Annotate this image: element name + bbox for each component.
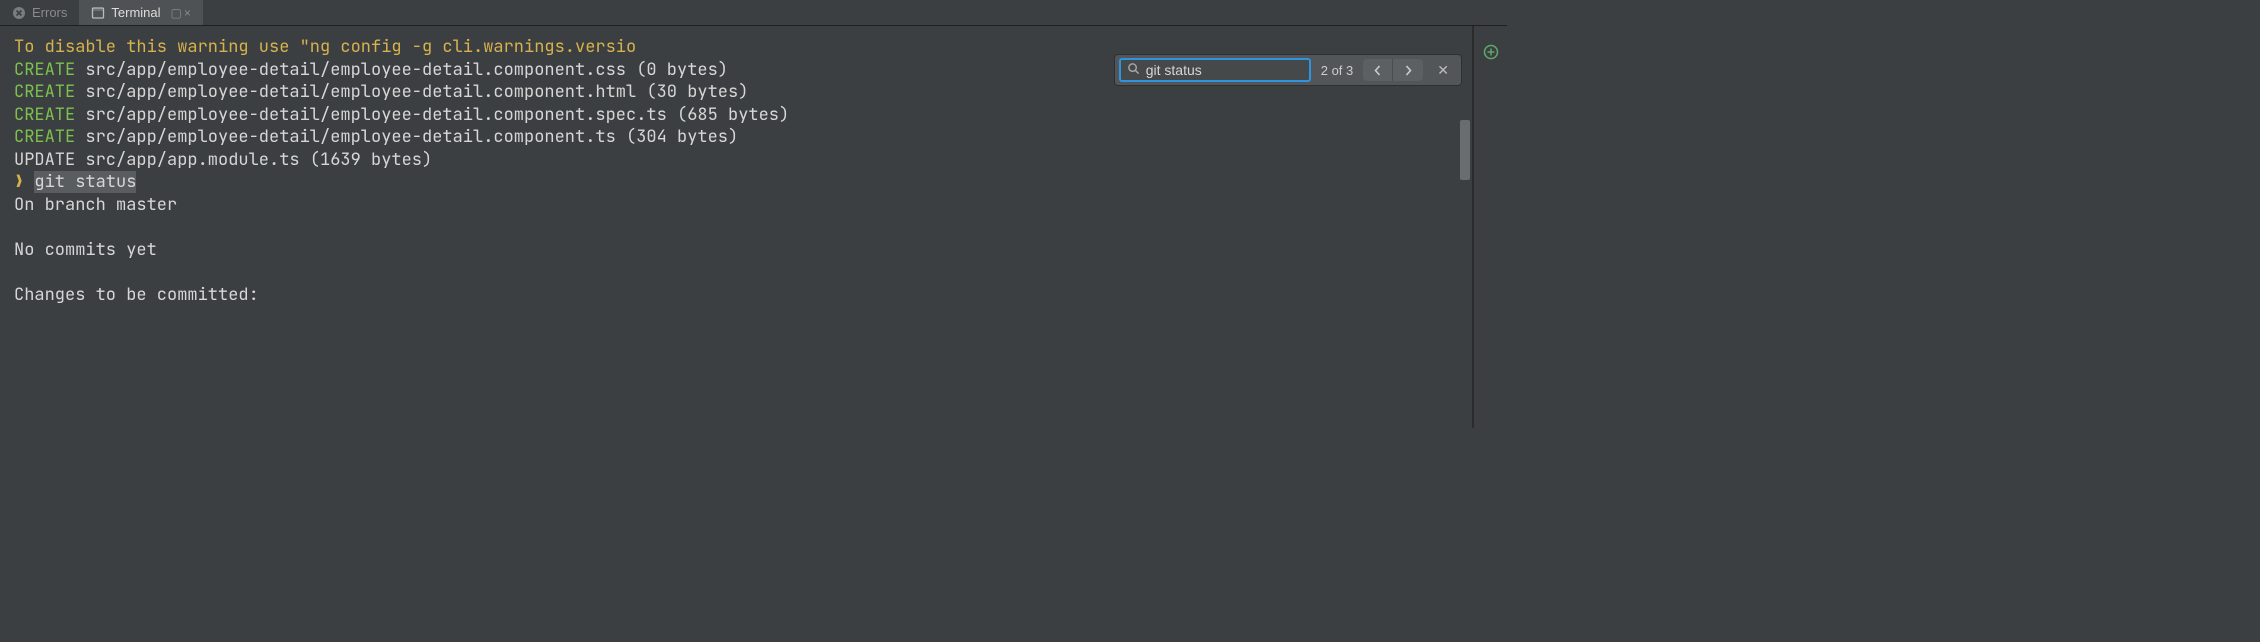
branch-line: On branch master xyxy=(14,194,1462,217)
tab-controls: ▢ × xyxy=(171,6,191,20)
side-gutter xyxy=(1473,26,1507,428)
search-icon xyxy=(1127,62,1140,78)
find-count: 2 of 3 xyxy=(1321,63,1354,78)
tab-terminal[interactable]: Terminal ▢ × xyxy=(79,0,202,25)
create-word: CREATE xyxy=(14,126,75,148)
prompt-command: git status xyxy=(34,171,136,193)
tab-terminal-label: Terminal xyxy=(111,5,160,20)
find-input[interactable] xyxy=(1146,62,1327,78)
find-nav xyxy=(1363,59,1423,81)
tab-errors[interactable]: Errors xyxy=(0,0,79,25)
tab-bar: Errors Terminal ▢ × xyxy=(0,0,1507,26)
changes-line: Changes to be committed: xyxy=(14,284,1462,307)
terminal-panel: To disable this warning use "ng config -… xyxy=(0,26,1473,428)
update-line: src/app/app.module.ts (1639 bytes) xyxy=(75,149,432,171)
terminal-icon xyxy=(91,6,105,20)
tab-close-icon[interactable]: × xyxy=(184,6,191,20)
scrollbar-thumb[interactable] xyxy=(1460,120,1470,180)
find-bar: 2 of 3 ✕ xyxy=(1114,54,1462,86)
find-next-button[interactable] xyxy=(1393,59,1423,81)
warning-line: To disable this warning use "ng config -… xyxy=(14,36,636,58)
error-icon xyxy=(12,6,26,20)
tab-errors-label: Errors xyxy=(32,5,67,20)
create-word: CREATE xyxy=(14,104,75,126)
create-word: CREATE xyxy=(14,81,75,103)
create-css-line: src/app/employee-detail/employee-detail.… xyxy=(75,59,728,81)
create-html-line: src/app/employee-detail/employee-detail.… xyxy=(75,81,748,103)
find-input-wrap xyxy=(1119,58,1311,82)
create-ts-line: src/app/employee-detail/employee-detail.… xyxy=(75,126,738,148)
tab-popout-icon[interactable]: ▢ xyxy=(171,6,182,20)
find-prev-button[interactable] xyxy=(1363,59,1393,81)
prompt-char: ❯ xyxy=(14,171,24,193)
add-button[interactable] xyxy=(1483,44,1499,63)
create-spec-line: src/app/employee-detail/employee-detail.… xyxy=(75,104,789,126)
update-word: UPDATE xyxy=(14,149,75,171)
create-word: CREATE xyxy=(14,59,75,81)
find-close-button[interactable]: ✕ xyxy=(1433,62,1453,79)
nocommits-line: No commits yet xyxy=(14,239,1462,262)
